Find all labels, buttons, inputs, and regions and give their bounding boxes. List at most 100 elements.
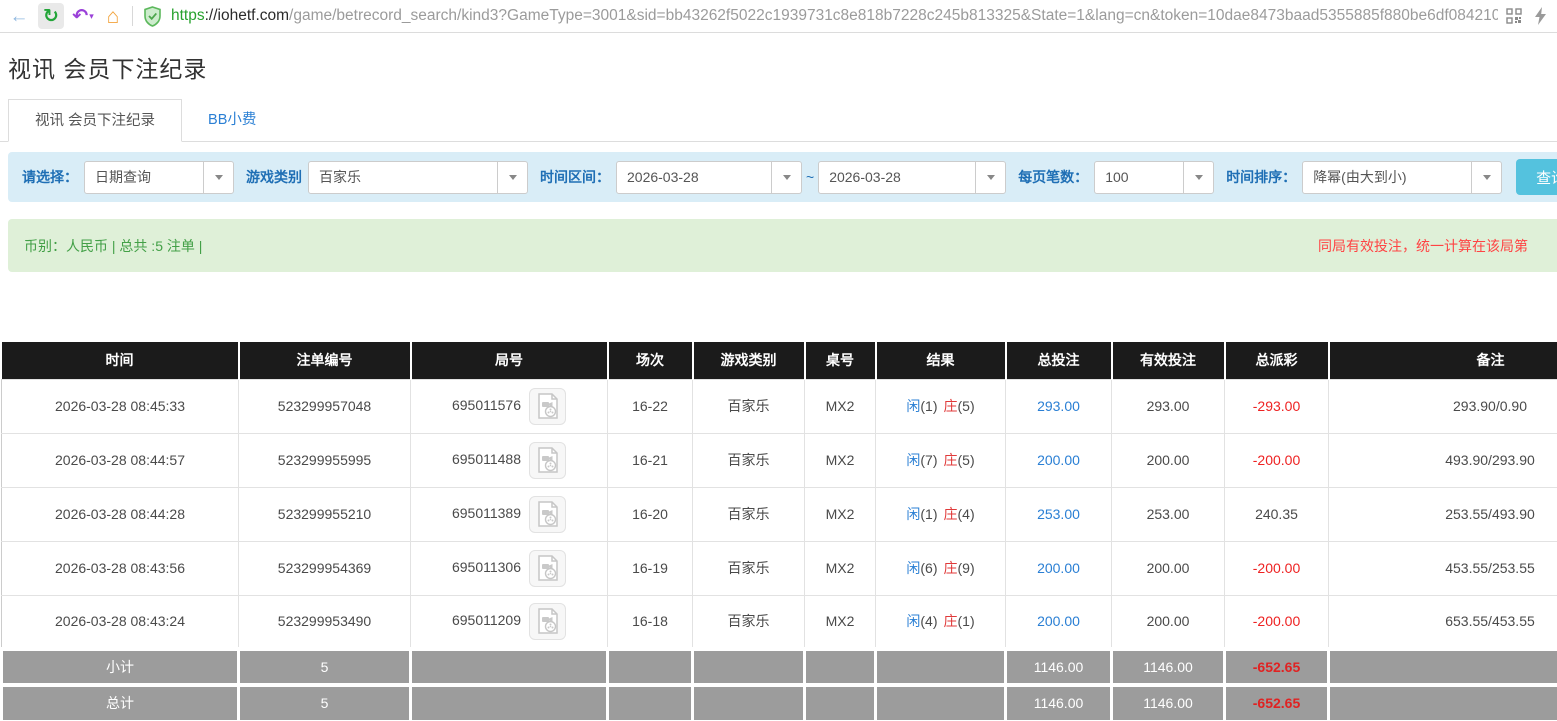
result-banker-score: (9) <box>958 560 975 576</box>
cell-total-bet[interactable]: 293.00 <box>1006 379 1112 433</box>
cell-result: 闲(6)庄(9) <box>876 541 1006 595</box>
sort-order-select[interactable]: 降幂(由大到小) <box>1302 161 1502 194</box>
result-banker: 庄 <box>944 452 958 468</box>
cell-round: 695011488 <box>411 433 608 487</box>
result-player-score: (1) <box>920 398 937 414</box>
cell-time: 2026-03-28 08:43:24 <box>2 595 239 649</box>
video-record-icon <box>536 393 560 419</box>
total-label: 总计 <box>2 685 239 721</box>
result-player: 闲 <box>906 613 920 629</box>
summary-bar: 币别：人民币 | 总共 :5 注单 | 同局有效投注，统一计算在该局第 <box>8 219 1557 272</box>
chevron-down-icon[interactable] <box>975 162 1005 193</box>
tab-bet-records[interactable]: 视讯 会员下注纪录 <box>8 99 182 142</box>
select-type-label: 请选择： <box>22 167 78 187</box>
round-number: 695011306 <box>452 559 521 575</box>
url-path: /game/betrecord_search/kind3?GameType=30… <box>289 7 1498 24</box>
search-button[interactable]: 查询 <box>1516 159 1557 195</box>
cell-valid-bet: 200.00 <box>1112 595 1225 649</box>
video-record-button[interactable] <box>529 603 566 640</box>
cell-time: 2026-03-28 08:43:56 <box>2 541 239 595</box>
cell-payout: -200.00 <box>1225 541 1329 595</box>
result-banker: 庄 <box>944 506 958 522</box>
chevron-down-icon[interactable] <box>771 162 801 193</box>
url-host: ://iohetf.com <box>205 7 289 24</box>
date-to-select[interactable]: 2026-03-28 <box>818 161 1006 194</box>
query-type-select[interactable]: 日期查询 <box>84 161 234 194</box>
cell-result: 闲(7)庄(5) <box>876 433 1006 487</box>
subtotal-count: 5 <box>239 649 411 685</box>
cell-remark: 493.90/293.90 <box>1329 433 1557 487</box>
video-record-button[interactable] <box>529 442 566 479</box>
video-record-button[interactable] <box>529 388 566 425</box>
lightning-icon[interactable] <box>1534 7 1547 25</box>
result-player: 闲 <box>906 560 920 576</box>
undo-icon[interactable]: ↶ ▾ <box>70 3 96 29</box>
result-banker-score: (5) <box>958 452 975 468</box>
filter-bar: 请选择： 日期查询 游戏类别 百家乐 时间区间： 2026-03-28 ~ 20… <box>8 152 1557 202</box>
video-record-button[interactable] <box>529 496 566 533</box>
back-icon[interactable]: ← <box>6 3 32 29</box>
chevron-down-icon[interactable] <box>497 162 527 193</box>
chevron-down-icon[interactable] <box>1183 162 1213 193</box>
undo-dropdown-caret[interactable]: ▾ <box>89 12 94 21</box>
game-type-value: 百家乐 <box>309 162 497 193</box>
video-record-icon <box>536 447 560 473</box>
cell-game-type: 百家乐 <box>693 595 805 649</box>
cell-table-no: MX2 <box>805 487 876 541</box>
result-player: 闲 <box>906 506 920 522</box>
cell-payout: -200.00 <box>1225 595 1329 649</box>
subtotal-row: 小计 5 1146.00 1146.00 -652.65 <box>2 649 1557 685</box>
cell-total-bet[interactable]: 253.00 <box>1006 487 1112 541</box>
col-header-game-type: 游戏类别 <box>693 342 805 379</box>
date-from-select[interactable]: 2026-03-28 <box>616 161 802 194</box>
video-record-button[interactable] <box>529 550 566 587</box>
bet-records-table: 时间 注单编号 局号 场次 游戏类别 桌号 结果 总投注 有效投注 总派彩 备注… <box>0 342 1557 721</box>
currency-total-text: 币别：人民币 | 总共 :5 注单 | <box>24 236 202 256</box>
table-row: 2026-03-28 08:43:56 523299954369 6950113… <box>2 541 1557 595</box>
cell-total-bet[interactable]: 200.00 <box>1006 541 1112 595</box>
cell-game-type: 百家乐 <box>693 487 805 541</box>
result-banker: 庄 <box>944 613 958 629</box>
address-bar[interactable]: https://iohetf.com/game/betrecord_search… <box>143 6 1498 27</box>
cell-total-bet[interactable]: 200.00 <box>1006 433 1112 487</box>
cell-total-bet[interactable]: 200.00 <box>1006 595 1112 649</box>
per-page-label: 每页笔数： <box>1018 167 1088 187</box>
chevron-down-icon[interactable] <box>203 162 233 193</box>
date-range-separator: ~ <box>806 169 814 185</box>
result-player-score: (7) <box>920 452 937 468</box>
round-number: 695011576 <box>452 397 521 413</box>
home-icon[interactable]: ⌂ <box>100 3 126 29</box>
total-count: 5 <box>239 685 411 721</box>
table-header-row: 时间 注单编号 局号 场次 游戏类别 桌号 结果 总投注 有效投注 总派彩 备注 <box>2 342 1557 379</box>
col-header-payout: 总派彩 <box>1225 342 1329 379</box>
cell-round: 695011389 <box>411 487 608 541</box>
col-header-table-no: 桌号 <box>805 342 876 379</box>
round-number: 695011209 <box>452 612 521 628</box>
cell-time: 2026-03-28 08:44:28 <box>2 487 239 541</box>
video-record-icon <box>536 501 560 527</box>
undo-glyph: ↶ <box>72 7 88 26</box>
refresh-icon[interactable]: ↻ <box>38 3 64 29</box>
cell-payout: -293.00 <box>1225 379 1329 433</box>
subtotal-label: 小计 <box>2 649 239 685</box>
per-page-select[interactable]: 100 <box>1094 161 1214 194</box>
result-banker: 庄 <box>944 398 958 414</box>
tab-bar: 视讯 会员下注纪录 BB小费 <box>0 99 1557 142</box>
table-row: 2026-03-28 08:44:28 523299955210 6950113… <box>2 487 1557 541</box>
qr-code-icon[interactable] <box>1506 8 1522 24</box>
chevron-down-icon[interactable] <box>1471 162 1501 193</box>
col-header-total-bet: 总投注 <box>1006 342 1112 379</box>
security-shield-icon <box>143 6 162 27</box>
cell-result: 闲(1)庄(5) <box>876 379 1006 433</box>
total-total-bet: 1146.00 <box>1006 685 1112 721</box>
cell-valid-bet: 293.00 <box>1112 379 1225 433</box>
toolbar-divider <box>132 6 133 26</box>
cell-table-no: MX2 <box>805 541 876 595</box>
cell-remark: 293.90/0.90 <box>1329 379 1557 433</box>
tab-bb-tip[interactable]: BB小费 <box>182 99 282 141</box>
result-banker-score: (5) <box>958 398 975 414</box>
date-range-label: 时间区间： <box>540 167 610 187</box>
round-number: 695011389 <box>452 505 521 521</box>
cell-bet-id: 523299957048 <box>239 379 411 433</box>
game-type-select[interactable]: 百家乐 <box>308 161 528 194</box>
